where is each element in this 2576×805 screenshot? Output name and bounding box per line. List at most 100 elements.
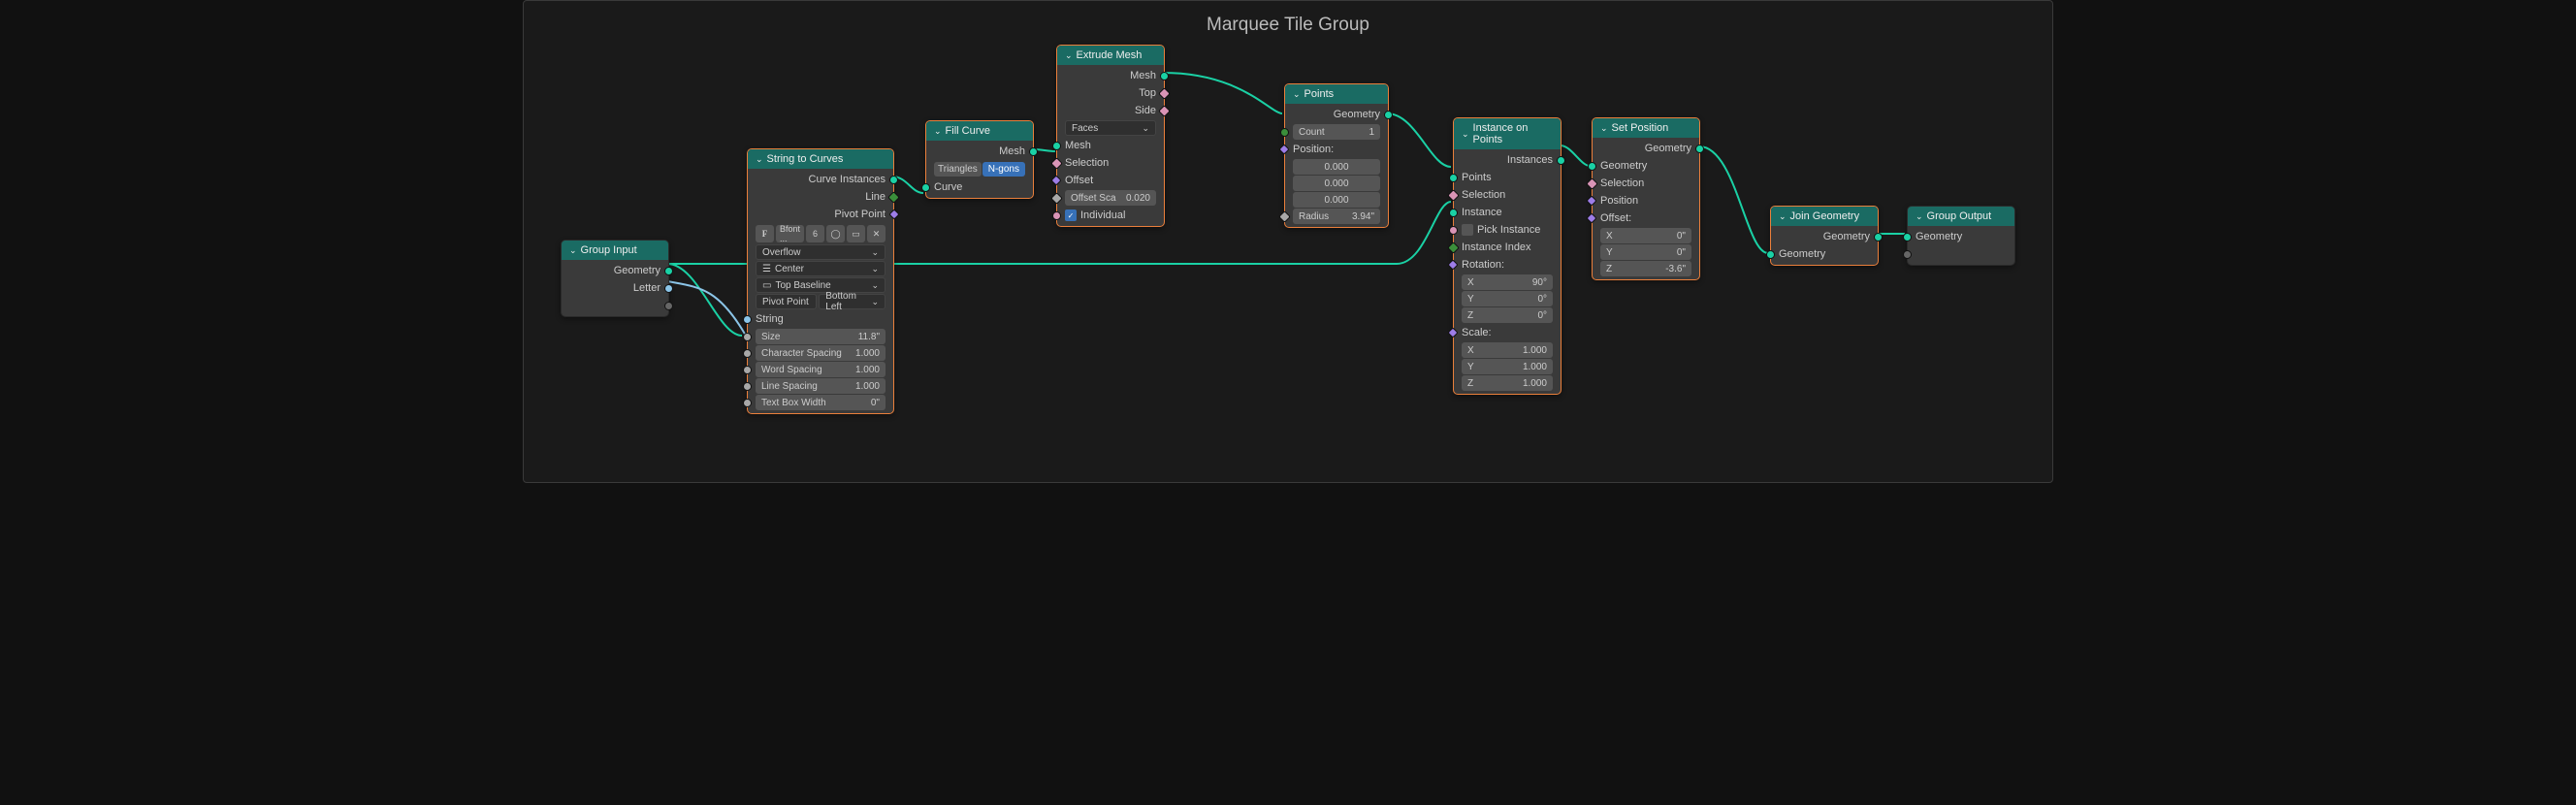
offset-y-field[interactable]: Y0": [1600, 244, 1691, 260]
node-instance-on-points[interactable]: ⌄Instance on Points Instances Points Sel…: [1453, 117, 1562, 395]
socket-in[interactable]: [1586, 195, 1596, 206]
font-number[interactable]: 6: [806, 225, 824, 242]
socket-out[interactable]: [887, 191, 900, 204]
ngons-button[interactable]: N-gons: [982, 162, 1025, 177]
socket-in[interactable]: [1588, 162, 1596, 171]
socket-out[interactable]: [1874, 233, 1883, 242]
node-extrude-mesh[interactable]: ⌄Extrude Mesh Mesh Top Side Faces⌄ Mesh …: [1056, 45, 1165, 227]
socket-in[interactable]: [1447, 259, 1458, 270]
socket-in[interactable]: [1050, 157, 1063, 170]
node-editor-canvas[interactable]: Marquee Tile Group ⌄Group Input Geometry…: [523, 0, 2053, 483]
node-join-geometry[interactable]: ⌄Join Geometry Geometry Geometry: [1770, 206, 1879, 266]
socket-string-in[interactable]: [743, 315, 752, 324]
node-string-to-curves[interactable]: ⌄String to Curves Curve Instances Line P…: [747, 148, 894, 414]
rot-y-field[interactable]: Y0°: [1462, 291, 1553, 306]
socket-virtual-in[interactable]: [1903, 250, 1912, 259]
overflow-dropdown[interactable]: Overflow⌄: [756, 244, 886, 260]
socket-out[interactable]: [1158, 105, 1171, 117]
socket-in[interactable]: [1586, 177, 1598, 190]
socket-out[interactable]: [1695, 145, 1704, 153]
socket-in[interactable]: [1447, 327, 1458, 338]
output-line: Line: [865, 191, 886, 203]
node-group-output[interactable]: ⌄Group Output Geometry: [1907, 206, 2015, 266]
socket-in[interactable]: [743, 333, 752, 341]
socket-in[interactable]: [1278, 144, 1289, 154]
node-fill-curve[interactable]: ⌄Fill Curve Mesh Triangles N-gons Curve: [925, 120, 1034, 199]
scale-x-field[interactable]: X1.000: [1462, 342, 1553, 358]
socket-in[interactable]: [1586, 212, 1596, 223]
socket-in[interactable]: [1280, 128, 1289, 137]
node-header[interactable]: ⌄Group Input: [562, 241, 668, 260]
socket-in[interactable]: [1447, 242, 1460, 254]
socket-out[interactable]: [1384, 111, 1393, 119]
socket-in[interactable]: [743, 366, 752, 374]
size-field[interactable]: Size11.8": [756, 329, 886, 344]
pos-y-field[interactable]: 0.000: [1293, 176, 1380, 191]
close-icon[interactable]: ✕: [867, 225, 886, 242]
socket-out[interactable]: [1158, 87, 1171, 100]
line-spacing-field[interactable]: Line Spacing1.000: [756, 378, 886, 394]
scale-y-field[interactable]: Y1.000: [1462, 359, 1553, 374]
pick-instance-checkbox[interactable]: Pick Instance: [1454, 221, 1561, 239]
socket-virtual-out[interactable]: [664, 302, 673, 310]
socket-geometry-out[interactable]: [664, 267, 673, 275]
node-points[interactable]: ⌄Points Geometry Count1 Position: 0.000 …: [1284, 83, 1389, 228]
node-set-position[interactable]: ⌄Set Position Geometry Geometry Selectio…: [1592, 117, 1700, 280]
pivot-point-dropdown[interactable]: Bottom Left⌄: [819, 294, 886, 309]
socket-in[interactable]: [1050, 192, 1063, 205]
node-header[interactable]: ⌄Fill Curve: [926, 121, 1033, 141]
socket-out[interactable]: [1557, 156, 1565, 165]
offset-scale-field[interactable]: Offset Sca0.020: [1065, 190, 1156, 206]
output-geometry: Geometry: [1334, 109, 1380, 120]
socket-string-out[interactable]: [664, 284, 673, 293]
count-field[interactable]: Count1: [1293, 124, 1380, 140]
socket-in[interactable]: [1278, 210, 1291, 223]
offset-z-field[interactable]: Z-3.6": [1600, 261, 1691, 276]
pos-x-field[interactable]: 0.000: [1293, 159, 1380, 175]
text-box-width-field[interactable]: Text Box Width0": [756, 395, 886, 410]
rot-x-field[interactable]: X90°: [1462, 274, 1553, 290]
char-spacing-field[interactable]: Character Spacing1.000: [756, 345, 886, 361]
radius-field[interactable]: Radius3.94": [1293, 209, 1380, 224]
socket-in[interactable]: [1449, 226, 1458, 235]
node-header[interactable]: ⌄Group Output: [1908, 207, 2014, 226]
socket-out[interactable]: [1029, 147, 1038, 156]
open-folder-icon[interactable]: ▭: [847, 225, 865, 242]
socket-in[interactable]: [1449, 174, 1458, 182]
scale-z-field[interactable]: Z1.000: [1462, 375, 1553, 391]
output-mesh: Mesh: [1130, 70, 1156, 81]
triangles-button[interactable]: Triangles: [934, 162, 982, 177]
node-group-input[interactable]: ⌄Group Input Geometry Letter: [561, 240, 669, 317]
rot-z-field[interactable]: Z0°: [1462, 307, 1553, 323]
node-header[interactable]: ⌄Join Geometry: [1771, 207, 1878, 226]
input-geometry: Geometry: [1600, 160, 1647, 172]
node-header[interactable]: ⌄String to Curves: [748, 149, 893, 169]
offset-x-field[interactable]: X0": [1600, 228, 1691, 243]
input-instance-index: Instance Index: [1462, 242, 1531, 253]
font-name-dropdown[interactable]: Bfont ...: [776, 225, 804, 242]
socket-in[interactable]: [1903, 233, 1912, 242]
socket-in[interactable]: [743, 399, 752, 407]
socket-in[interactable]: [1447, 189, 1460, 202]
socket-in[interactable]: [1050, 175, 1061, 185]
node-header[interactable]: ⌄Extrude Mesh: [1057, 46, 1164, 65]
socket-out[interactable]: [1160, 72, 1169, 80]
node-header[interactable]: ⌄Set Position: [1593, 118, 1699, 138]
individual-checkbox[interactable]: ✓Individual: [1057, 207, 1164, 224]
socket-in[interactable]: [743, 382, 752, 391]
datablock-icon[interactable]: ◯: [826, 225, 845, 242]
align-dropdown[interactable]: ☰Center⌄: [756, 261, 886, 276]
pos-z-field[interactable]: 0.000: [1293, 192, 1380, 208]
socket-in[interactable]: [1449, 209, 1458, 217]
node-header[interactable]: ⌄Instance on Points: [1454, 118, 1561, 149]
socket-in[interactable]: [921, 183, 930, 192]
socket-in[interactable]: [743, 349, 752, 358]
socket-in[interactable]: [1052, 211, 1061, 220]
word-spacing-field[interactable]: Word Spacing1.000: [756, 362, 886, 377]
mode-dropdown[interactable]: Faces⌄: [1065, 120, 1156, 136]
socket-out[interactable]: [889, 176, 898, 184]
socket-out[interactable]: [888, 209, 899, 219]
socket-in[interactable]: [1766, 250, 1775, 259]
socket-in[interactable]: [1052, 142, 1061, 150]
node-header[interactable]: ⌄Points: [1285, 84, 1388, 104]
